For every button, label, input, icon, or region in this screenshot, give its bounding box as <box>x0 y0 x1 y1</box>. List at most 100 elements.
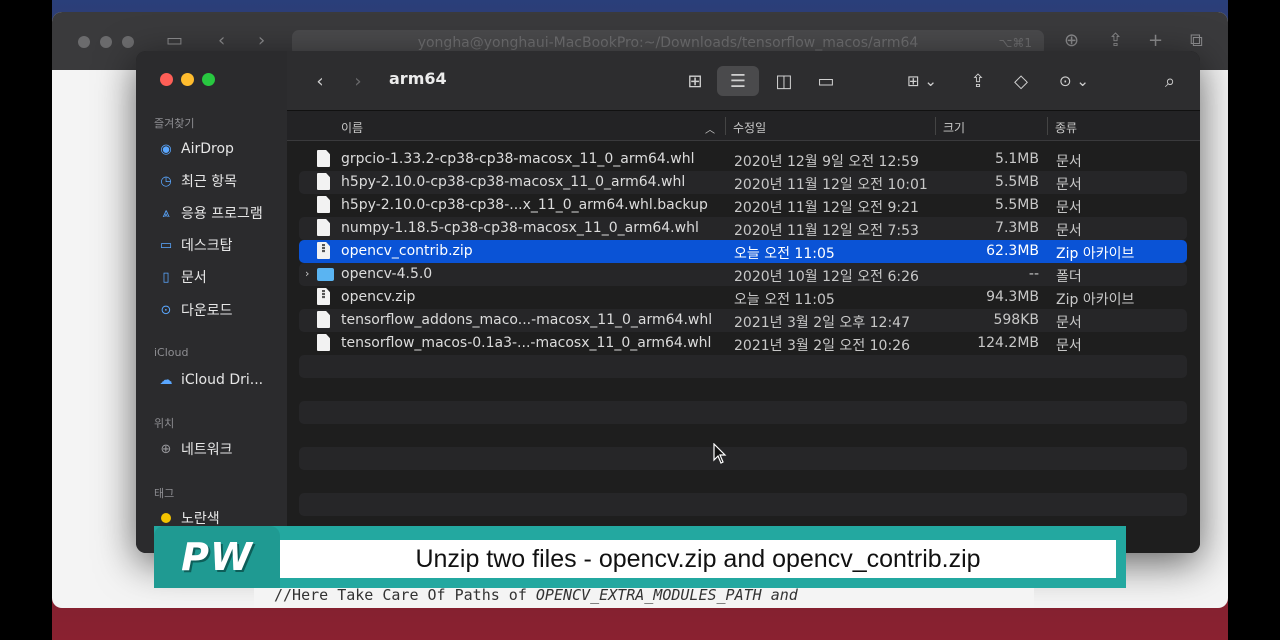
file-name: opencv_contrib.zip <box>341 243 473 259</box>
sidebar-section-locations: 위치 <box>154 417 175 430</box>
file-kind: 문서 <box>1056 200 1082 216</box>
disclosure-triangle-icon[interactable]: › <box>305 267 315 280</box>
empty-row <box>299 401 1187 424</box>
cloud-icon: ☁ <box>159 372 173 388</box>
file-size: 5.5MB <box>995 174 1039 190</box>
file-kind: 문서 <box>1056 223 1082 239</box>
forward-chevron-icon[interactable]: › <box>349 69 367 93</box>
group-options-icon[interactable]: ⊞ ⌄ <box>901 69 943 93</box>
finder-toolbar: ‹ › arm64 ⊞ ☰ ◫ ▭ ⊞ ⌄ ⇪ ◇ ⊙ ⌄ ⌕ <box>287 51 1200 111</box>
sidebar-section-favorites: 즐겨찾기 <box>154 117 195 130</box>
column-date[interactable]: 수정일 <box>733 119 766 136</box>
tabs-overview-icon[interactable]: ⧉ <box>1190 30 1203 51</box>
download-icon: ⊙ <box>160 302 172 318</box>
sidebar-item-label: 최근 항목 <box>181 174 237 190</box>
yellow-tag-icon <box>158 510 174 526</box>
file-row[interactable]: numpy-1.18.5-cp38-cp38-macosx_11_0_arm64… <box>299 217 1187 240</box>
sidebar-item-applications[interactable]: ⩓ 응용 프로그램 <box>158 202 263 224</box>
forward-icon[interactable]: › <box>258 30 265 51</box>
sidebar-item-icloud-drive[interactable]: ☁ iCloud Dri... <box>158 369 264 391</box>
file-row[interactable]: h5py-2.10.0-cp38-cp38-macosx_11_0_arm64.… <box>299 171 1187 194</box>
file-name: h5py-2.10.0-cp38-cp38-macosx_11_0_arm64.… <box>341 174 686 190</box>
column-header: 이름 ︿ 수정일 크기 종류 <box>287 111 1200 141</box>
file-kind: 문서 <box>1056 154 1082 170</box>
finder-content: ‹ › arm64 ⊞ ☰ ◫ ▭ ⊞ ⌄ ⇪ ◇ ⊙ ⌄ ⌕ 이름 ︿ 수정일… <box>287 51 1200 553</box>
zip-file-icon <box>317 242 333 260</box>
finder-sidebar: 즐겨찾기 ◉ AirDrop ◷ 최근 항목 ⩓ 응용 프로그램 ▭ 데스크탑 … <box>136 51 287 553</box>
more-actions-icon[interactable]: ⊙ ⌄ <box>1053 69 1095 93</box>
code-comment-prefix: //Here Take Care Of Paths of <box>274 586 536 604</box>
close-button[interactable] <box>160 73 173 86</box>
tag-icon[interactable]: ◇ <box>1009 69 1033 93</box>
sidebar-item-label: 다운로드 <box>181 303 233 319</box>
share-icon[interactable]: ⇪ <box>1108 30 1123 51</box>
sidebar-item-desktop[interactable]: ▭ 데스크탑 <box>158 234 233 256</box>
new-tab-icon[interactable]: + <box>1148 30 1163 51</box>
folder-title: arm64 <box>389 69 447 88</box>
zoom-button[interactable] <box>202 73 215 86</box>
empty-row <box>299 493 1187 516</box>
file-date: 2020년 12월 9일 오전 12:59 <box>734 154 919 170</box>
file-size: -- <box>1028 266 1039 282</box>
sidebar-item-documents[interactable]: ▯ 문서 <box>158 266 207 288</box>
file-name: grpcio-1.33.2-cp38-cp38-macosx_11_0_arm6… <box>341 151 695 167</box>
column-view-icon[interactable]: ◫ <box>771 69 797 93</box>
file-row[interactable]: tensorflow_addons_maco...-macosx_11_0_ar… <box>299 309 1187 332</box>
file-row[interactable]: grpcio-1.33.2-cp38-cp38-macosx_11_0_arm6… <box>299 148 1187 171</box>
sidebar-item-label: 문서 <box>181 270 207 286</box>
document-icon <box>317 196 333 214</box>
sidebar-item-downloads[interactable]: ⊙ 다운로드 <box>158 299 233 321</box>
empty-row <box>299 355 1187 378</box>
column-kind[interactable]: 종류 <box>1055 119 1077 136</box>
column-size[interactable]: 크기 <box>943 119 965 136</box>
folder-row[interactable]: › opencv-4.5.0 2020년 10월 12일 오전 6:26 -- 폴더 <box>299 263 1187 286</box>
file-row[interactable]: tensorflow_macos-0.1a3-...-macosx_11_0_a… <box>299 332 1187 355</box>
file-date: 2020년 11월 12일 오전 9:21 <box>734 200 919 216</box>
file-size: 598KB <box>993 312 1039 328</box>
document-icon <box>317 334 333 352</box>
file-name: opencv.zip <box>341 289 416 305</box>
caption-text: Unzip two files - opencv.zip and opencv_… <box>280 540 1116 578</box>
sidebar-item-label: AirDrop <box>181 141 234 157</box>
file-date: 2020년 11월 12일 오전 7:53 <box>734 223 919 239</box>
sidebar-item-label: 노란색 <box>181 511 220 527</box>
file-date: 2021년 3월 2일 오전 10:26 <box>734 338 910 354</box>
search-icon[interactable]: ⌕ <box>1159 69 1181 93</box>
file-size: 5.5MB <box>995 197 1039 213</box>
sidebar-item-label: iCloud Dri... <box>181 372 264 388</box>
gallery-view-icon[interactable]: ▭ <box>813 69 839 93</box>
back-chevron-icon[interactable]: ‹ <box>311 69 329 93</box>
file-row[interactable]: opencv_contrib.zip 오늘 오전 11:05 62.3MB Zip 아… <box>299 240 1187 263</box>
sidebar-item-label: 응용 프로그램 <box>181 206 263 222</box>
file-row[interactable]: opencv.zip 오늘 오전 11:05 94.3MB Zip 아카이브 <box>299 286 1187 309</box>
minimize-button[interactable] <box>181 73 194 86</box>
file-name: tensorflow_macos-0.1a3-...-macosx_11_0_a… <box>341 335 712 351</box>
code-comment-variable: OPENCV_EXTRA_MODULES_PATH and <box>535 586 798 604</box>
sidebar-item-airdrop[interactable]: ◉ AirDrop <box>158 138 234 160</box>
airdrop-icon: ◉ <box>160 141 172 157</box>
document-icon <box>317 311 333 329</box>
sidebar-section-icloud: iCloud <box>154 346 189 359</box>
file-size: 7.3MB <box>995 220 1039 236</box>
sidebar-item-network[interactable]: ⊕ 네트워크 <box>158 438 233 460</box>
back-icon[interactable]: ‹ <box>218 30 225 51</box>
file-name: numpy-1.18.5-cp38-cp38-macosx_11_0_arm64… <box>341 220 699 236</box>
file-row[interactable]: h5py-2.10.0-cp38-cp38-...x_11_0_arm64.wh… <box>299 194 1187 217</box>
document-icon: ▯ <box>162 269 170 285</box>
sidebar-toggle-icon[interactable]: ▭ <box>166 30 183 51</box>
clock-icon: ◷ <box>160 173 172 189</box>
column-name[interactable]: 이름 <box>341 119 363 136</box>
background-window-controls <box>78 36 134 48</box>
file-name: h5py-2.10.0-cp38-cp38-...x_11_0_arm64.wh… <box>341 197 708 213</box>
sidebar-item-recents[interactable]: ◷ 최근 항목 <box>158 170 237 192</box>
share-icon[interactable]: ⇪ <box>967 69 989 93</box>
icon-view-icon[interactable]: ⊞ <box>683 69 707 93</box>
file-kind: 문서 <box>1056 338 1082 354</box>
list-view-icon[interactable]: ☰ <box>717 66 759 96</box>
download-circle-icon[interactable]: ⊕ <box>1064 30 1079 51</box>
document-icon <box>317 150 333 168</box>
file-size: 62.3MB <box>986 243 1039 259</box>
file-name: opencv-4.5.0 <box>341 266 433 282</box>
mouse-pointer-icon <box>713 443 727 464</box>
sidebar-item-label: 네트워크 <box>181 442 233 458</box>
